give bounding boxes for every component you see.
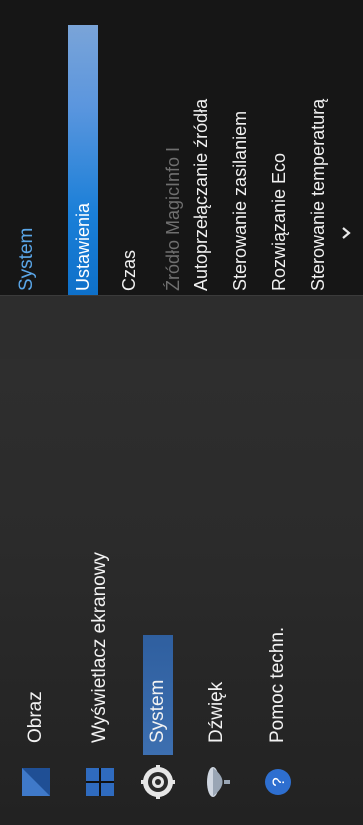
submenu-item-autoprzelaczanie-zrodla[interactable]: Autoprzełączanie źródła bbox=[186, 31, 216, 291]
submenu-title: System bbox=[16, 227, 37, 291]
chevron-down-icon[interactable] bbox=[338, 225, 354, 241]
menu-item-label: Pomoc techn. bbox=[267, 626, 288, 743]
svg-text:?: ? bbox=[269, 777, 288, 786]
speaker-icon bbox=[200, 765, 234, 799]
help-icon: ? bbox=[261, 765, 295, 799]
submenu-item-ustawienia[interactable]: Ustawienia bbox=[68, 25, 98, 295]
menu-item-pomoc-techn[interactable]: ? Pomoc techn. bbox=[260, 359, 296, 825]
osd-canvas: Obraz Wyświetlacz ekranowy System Dźwięk… bbox=[0, 0, 363, 825]
submenu-item-zrodlo-magicinfo: Źródło MagicInfo I bbox=[163, 146, 183, 291]
menu-item-label: Obraz bbox=[25, 691, 46, 743]
menu-item-label: Wyświetlacz ekranowy bbox=[89, 552, 110, 743]
onscreen-display-icon bbox=[83, 765, 117, 799]
screen: Obraz Wyświetlacz ekranowy System Dźwięk… bbox=[0, 0, 363, 825]
picture-icon bbox=[19, 765, 53, 799]
menu-item-label: Dźwięk bbox=[206, 681, 227, 743]
submenu-item-sterowanie-temperatura[interactable]: Sterowanie temperaturą bbox=[303, 31, 333, 291]
submenu-item-rozwiazanie-eco[interactable]: Rozwiązanie Eco bbox=[264, 31, 294, 291]
menu-item-wyswietlacz-ekranowy[interactable]: Wyświetlacz ekranowy bbox=[82, 359, 118, 825]
menu-item-obraz[interactable]: Obraz bbox=[18, 359, 54, 825]
menu-item-dzwiek[interactable]: Dźwięk bbox=[199, 359, 235, 825]
menu-item-system[interactable]: System bbox=[140, 359, 176, 825]
menu-item-label: System bbox=[147, 679, 168, 743]
submenu-panel: System Ustawienia Czas Źródło MagicInfo … bbox=[0, 0, 363, 296]
gear-icon bbox=[141, 765, 175, 799]
main-menu: Obraz Wyświetlacz ekranowy System Dźwięk… bbox=[0, 359, 363, 825]
submenu-item-sterowanie-zasilaniem[interactable]: Sterowanie zasilaniem bbox=[225, 31, 255, 291]
submenu-item-czas[interactable]: Czas bbox=[114, 31, 144, 291]
